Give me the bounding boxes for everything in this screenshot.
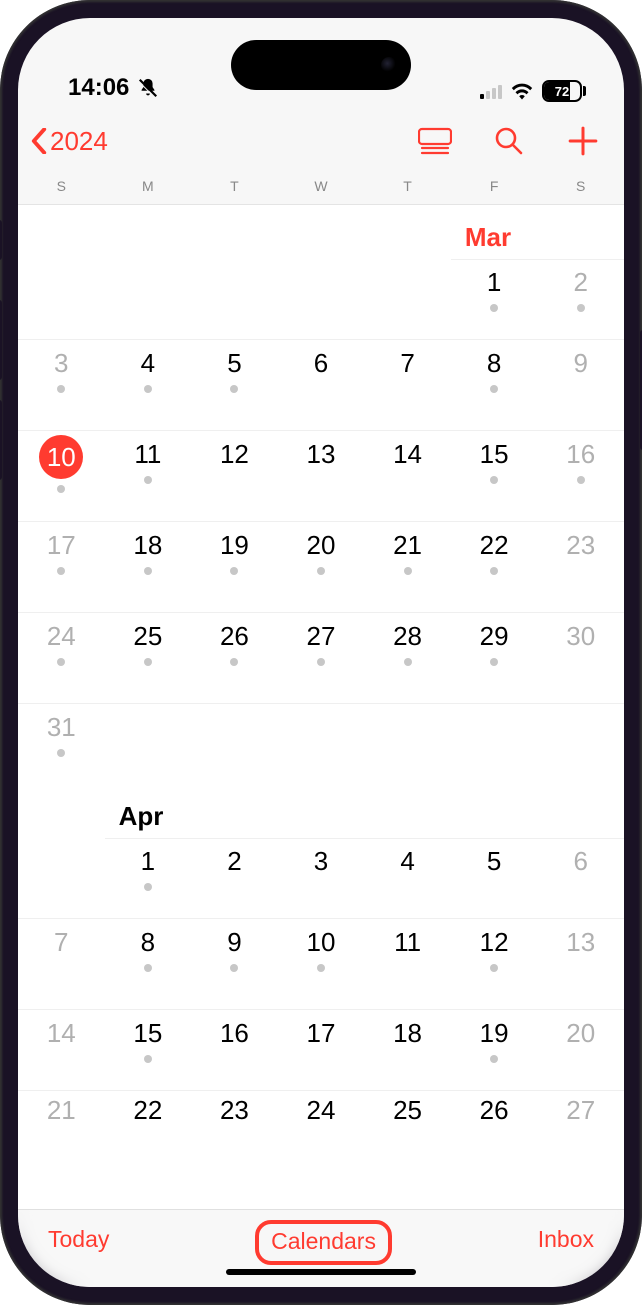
day-cell[interactable]: 21 bbox=[18, 1091, 105, 1147]
search-icon[interactable] bbox=[492, 126, 526, 156]
day-cell[interactable]: 12 bbox=[451, 919, 538, 1009]
dynamic-island bbox=[231, 40, 411, 90]
calendar-week: 31 bbox=[18, 703, 624, 784]
day-cell[interactable]: 2 bbox=[191, 838, 278, 918]
day-cell[interactable]: 24 bbox=[278, 1091, 365, 1147]
day-cell[interactable]: 1 bbox=[451, 259, 538, 339]
day-cell[interactable]: 18 bbox=[105, 522, 192, 612]
day-cell[interactable]: 6 bbox=[278, 340, 365, 430]
calendars-button[interactable]: Calendars bbox=[255, 1220, 392, 1265]
cellular-signal-icon bbox=[480, 83, 502, 99]
day-cell[interactable]: 12 bbox=[191, 431, 278, 521]
day-cell[interactable]: 5 bbox=[451, 838, 538, 918]
day-cell[interactable]: 29 bbox=[451, 613, 538, 703]
day-cell[interactable]: 25 bbox=[105, 613, 192, 703]
calendar-week: 7 8 9 10 11 12 13 bbox=[18, 918, 624, 1009]
day-cell[interactable]: 22 bbox=[105, 1091, 192, 1147]
day-cell[interactable]: 6 bbox=[537, 838, 624, 918]
calendar-week: 17 18 19 20 21 22 23 bbox=[18, 521, 624, 612]
day-cell[interactable]: 17 bbox=[278, 1010, 365, 1090]
day-cell[interactable]: 8 bbox=[451, 340, 538, 430]
bottom-toolbar: Today Calendars Inbox bbox=[18, 1209, 624, 1287]
day-cell[interactable]: 13 bbox=[278, 431, 365, 521]
calendar-week: 1 2 bbox=[18, 259, 624, 339]
silent-icon bbox=[137, 77, 159, 99]
calendar-week: 3 4 5 6 7 8 9 bbox=[18, 339, 624, 430]
day-cell[interactable]: 16 bbox=[191, 1010, 278, 1090]
weekday-header: SMTWTFS bbox=[18, 174, 624, 205]
day-cell[interactable]: 9 bbox=[191, 919, 278, 1009]
day-cell[interactable]: 13 bbox=[537, 919, 624, 1009]
wifi-icon bbox=[510, 82, 534, 100]
nav-year: 2024 bbox=[50, 126, 108, 157]
add-icon[interactable] bbox=[566, 126, 600, 156]
today-button[interactable]: Today bbox=[48, 1226, 109, 1253]
day-cell[interactable]: 7 bbox=[18, 919, 105, 1009]
day-cell[interactable]: 19 bbox=[191, 522, 278, 612]
home-indicator[interactable] bbox=[226, 1269, 416, 1275]
day-cell[interactable]: 23 bbox=[537, 522, 624, 612]
day-cell[interactable]: 4 bbox=[364, 838, 451, 918]
calendar-week: 14 15 16 17 18 19 20 bbox=[18, 1009, 624, 1090]
calendar-week: 1 2 3 4 5 6 bbox=[18, 838, 624, 918]
inbox-button[interactable]: Inbox bbox=[538, 1226, 594, 1253]
day-cell[interactable]: 16 bbox=[537, 431, 624, 521]
day-cell[interactable]: 3 bbox=[278, 838, 365, 918]
day-cell[interactable]: 8 bbox=[105, 919, 192, 1009]
day-cell[interactable]: 2 bbox=[537, 259, 624, 339]
day-cell[interactable]: 30 bbox=[537, 613, 624, 703]
day-cell[interactable]: 27 bbox=[278, 613, 365, 703]
nav-bar: 2024 bbox=[18, 108, 624, 174]
day-cell[interactable]: 27 bbox=[537, 1091, 624, 1147]
screen: 14:06 72 bbox=[18, 18, 624, 1287]
day-cell[interactable]: 17 bbox=[18, 522, 105, 612]
day-cell[interactable]: 1 bbox=[105, 838, 192, 918]
day-cell[interactable]: 20 bbox=[537, 1010, 624, 1090]
day-cell[interactable]: 21 bbox=[364, 522, 451, 612]
day-cell[interactable]: 11 bbox=[364, 919, 451, 1009]
day-cell[interactable]: 28 bbox=[364, 613, 451, 703]
day-cell[interactable]: 3 bbox=[18, 340, 105, 430]
phone-frame: 14:06 72 bbox=[0, 0, 642, 1305]
calendar-week: 24 25 26 27 28 29 30 bbox=[18, 612, 624, 703]
back-year-button[interactable]: 2024 bbox=[30, 126, 108, 157]
day-cell[interactable]: 26 bbox=[191, 613, 278, 703]
day-cell-today[interactable]: 10 bbox=[18, 431, 105, 521]
calendar-scroll[interactable]: Mar 1 2 3 4 5 6 7 8 9 10 11 1 bbox=[18, 205, 624, 1209]
day-cell[interactable]: 18 bbox=[364, 1010, 451, 1090]
day-cell[interactable]: 31 bbox=[18, 704, 105, 784]
chevron-left-icon bbox=[30, 128, 48, 154]
day-cell[interactable]: 14 bbox=[364, 431, 451, 521]
day-cell[interactable]: 4 bbox=[105, 340, 192, 430]
day-cell[interactable]: 19 bbox=[451, 1010, 538, 1090]
day-cell[interactable]: 22 bbox=[451, 522, 538, 612]
day-cell[interactable]: 7 bbox=[364, 340, 451, 430]
day-cell[interactable]: 5 bbox=[191, 340, 278, 430]
day-cell[interactable]: 23 bbox=[191, 1091, 278, 1147]
day-cell[interactable]: 15 bbox=[105, 1010, 192, 1090]
month-label-apr: Apr bbox=[18, 784, 624, 838]
day-cell[interactable]: 14 bbox=[18, 1010, 105, 1090]
day-cell[interactable]: 26 bbox=[451, 1091, 538, 1147]
battery-icon: 72 bbox=[542, 80, 586, 102]
list-view-icon[interactable] bbox=[418, 126, 452, 156]
day-cell[interactable]: 25 bbox=[364, 1091, 451, 1147]
day-cell[interactable]: 20 bbox=[278, 522, 365, 612]
calendar-week: 10 11 12 13 14 15 16 bbox=[18, 430, 624, 521]
day-cell[interactable]: 11 bbox=[105, 431, 192, 521]
day-cell[interactable]: 15 bbox=[451, 431, 538, 521]
status-time: 14:06 bbox=[68, 74, 129, 102]
day-cell[interactable]: 10 bbox=[278, 919, 365, 1009]
calendar-week: 21 22 23 24 25 26 27 bbox=[18, 1090, 624, 1147]
day-cell[interactable]: 9 bbox=[537, 340, 624, 430]
day-cell[interactable]: 24 bbox=[18, 613, 105, 703]
month-label-mar: Mar bbox=[18, 205, 624, 259]
